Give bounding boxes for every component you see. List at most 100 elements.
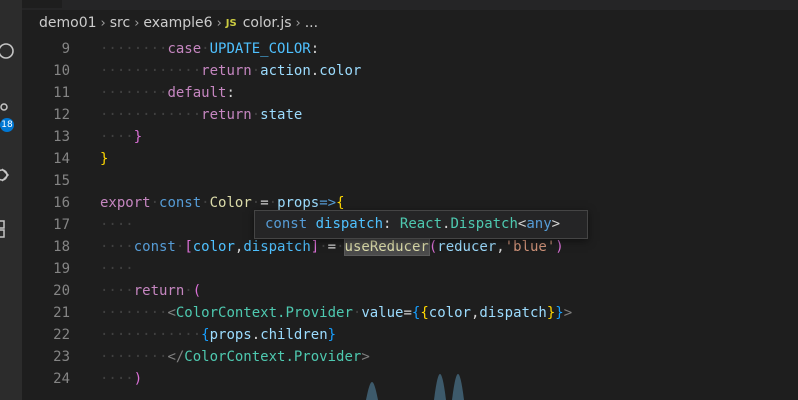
code-line[interactable]: 13 ····} — [22, 126, 798, 148]
line-content: ····return·( — [100, 280, 201, 302]
tooltip-token — [307, 216, 315, 232]
line-content: ············return·action.color — [100, 60, 361, 82]
code-token: = — [260, 195, 269, 211]
code-token: export — [100, 195, 151, 211]
breadcrumb-item-file[interactable]: color.js — [243, 15, 292, 31]
code-line[interactable]: 15 — [22, 170, 798, 192]
debug-icon[interactable] — [0, 164, 20, 186]
code-line[interactable]: 12 ············return·state — [22, 104, 798, 126]
tooltip-token: const — [265, 216, 308, 232]
indent-guide: ···· — [100, 217, 134, 233]
extensions-icon[interactable] — [0, 218, 20, 240]
code-token: state — [260, 107, 303, 123]
code-token: : — [226, 85, 235, 101]
code-token: color — [428, 305, 471, 321]
code-token: dispatch — [479, 305, 547, 321]
code-token: return — [201, 63, 252, 79]
breadcrumb-item-demo01[interactable]: demo01 — [39, 15, 97, 31]
code-token: · — [184, 283, 193, 299]
code-line[interactable]: 14} — [22, 148, 798, 170]
hover-tooltip: const dispatch: React.Dispatch<any> — [254, 210, 588, 239]
code-token: ( — [192, 283, 202, 299]
code-line[interactable]: 11 ········default: — [22, 82, 798, 104]
code-token: const — [133, 239, 176, 255]
code-token: · — [251, 107, 261, 123]
code-token: => — [319, 195, 337, 211]
indent-guide: ···· — [100, 371, 134, 387]
indent-guide: ········ — [100, 85, 168, 101]
code-line[interactable]: 18 ····const·[color,dispatch]·=·useReduce… — [22, 236, 798, 258]
code-token: return — [201, 107, 252, 123]
chevron-right-icon: › — [295, 15, 301, 31]
code-token: props — [277, 195, 320, 211]
breadcrumb-item-example6[interactable]: example6 — [143, 15, 212, 31]
line-content: ········case·UPDATE_COLOR: — [100, 38, 319, 60]
tooltip-token: > — [551, 216, 561, 232]
code-token: color — [192, 239, 235, 255]
notification-badge: 18 — [0, 118, 14, 132]
indent-guide: ········ — [100, 349, 168, 365]
line-number: 12 — [53, 107, 70, 123]
code-token: color — [319, 63, 362, 79]
search-icon[interactable] — [0, 40, 20, 62]
code-token: default — [167, 85, 227, 101]
code-line[interactable]: 23 ········</ColorContext.Provider> — [22, 346, 798, 368]
code-token: · — [150, 195, 160, 211]
breadcrumb: demo01 › src › example6 › JS color.js › … — [22, 10, 798, 36]
line-content: ···· — [100, 214, 134, 236]
line-number: 15 — [53, 173, 70, 189]
tooltip-token: dispatch — [315, 216, 384, 232]
code-token: ] — [310, 239, 320, 255]
line-content: ········<ColorContext.Provider·value={{c… — [100, 302, 572, 324]
code-line[interactable]: 19 ···· — [22, 258, 798, 280]
code-token: · — [201, 41, 210, 57]
line-content: ········default: — [100, 82, 235, 104]
editor-tab[interactable] — [22, 0, 62, 8]
code-token: UPDATE_COLOR — [209, 41, 311, 57]
indent-guide: ···· — [100, 283, 134, 299]
code-line[interactable]: 22 ············{props.children} — [22, 324, 798, 346]
line-content: ····} — [100, 126, 142, 148]
code-token: = — [327, 239, 337, 255]
line-number: 9 — [61, 41, 70, 57]
code-token: } — [546, 305, 556, 321]
code-line[interactable]: 20 ····return·( — [22, 280, 798, 302]
code-token: . — [310, 63, 320, 79]
line-number: 20 — [53, 283, 70, 299]
line-number: 19 — [53, 261, 70, 277]
line-number: 23 — [53, 349, 70, 365]
code-token: · — [319, 239, 328, 255]
line-number: 16 — [53, 195, 70, 211]
indent-guide: ···· — [100, 129, 134, 145]
code-token: } — [555, 305, 564, 321]
indent-guide: ········ — [100, 305, 168, 321]
code-token: ColorContext.Provider — [184, 349, 362, 365]
code-token: const — [159, 195, 202, 211]
code-line[interactable]: 9 ········case·UPDATE_COLOR: — [22, 38, 798, 60]
code-token: ColorContext.Provider — [175, 305, 353, 321]
breadcrumb-item-symbols[interactable]: ... — [305, 15, 318, 31]
code-line[interactable]: 10 ············return·action.color — [22, 60, 798, 82]
js-file-icon: JS — [225, 17, 237, 29]
line-number: 11 — [53, 85, 70, 101]
highlighted-token: useReducer — [343, 238, 430, 256]
line-number: 10 — [53, 63, 70, 79]
line-number: 18 — [53, 239, 70, 255]
indent-guide: ············ — [100, 63, 202, 79]
breadcrumb-item-src[interactable]: src — [110, 15, 130, 31]
code-token: · — [251, 195, 261, 211]
code-token: } — [100, 151, 109, 167]
tooltip-token: Dispatch — [450, 216, 518, 232]
tooltip-token: : — [383, 216, 400, 232]
line-content: } — [100, 148, 108, 170]
tooltip-token: any — [526, 216, 552, 232]
code-token: props — [209, 327, 252, 343]
line-content: ············{props.children} — [100, 324, 336, 346]
code-token: [ — [184, 239, 193, 255]
line-content: ···· — [100, 258, 134, 280]
code-line[interactable]: 21 ········<ColorContext.Provider·value={… — [22, 302, 798, 324]
editor-tab-strip — [22, 0, 798, 10]
code-token: reducer — [437, 239, 497, 255]
code-token: ) — [555, 239, 564, 255]
code-token: < — [167, 305, 176, 321]
